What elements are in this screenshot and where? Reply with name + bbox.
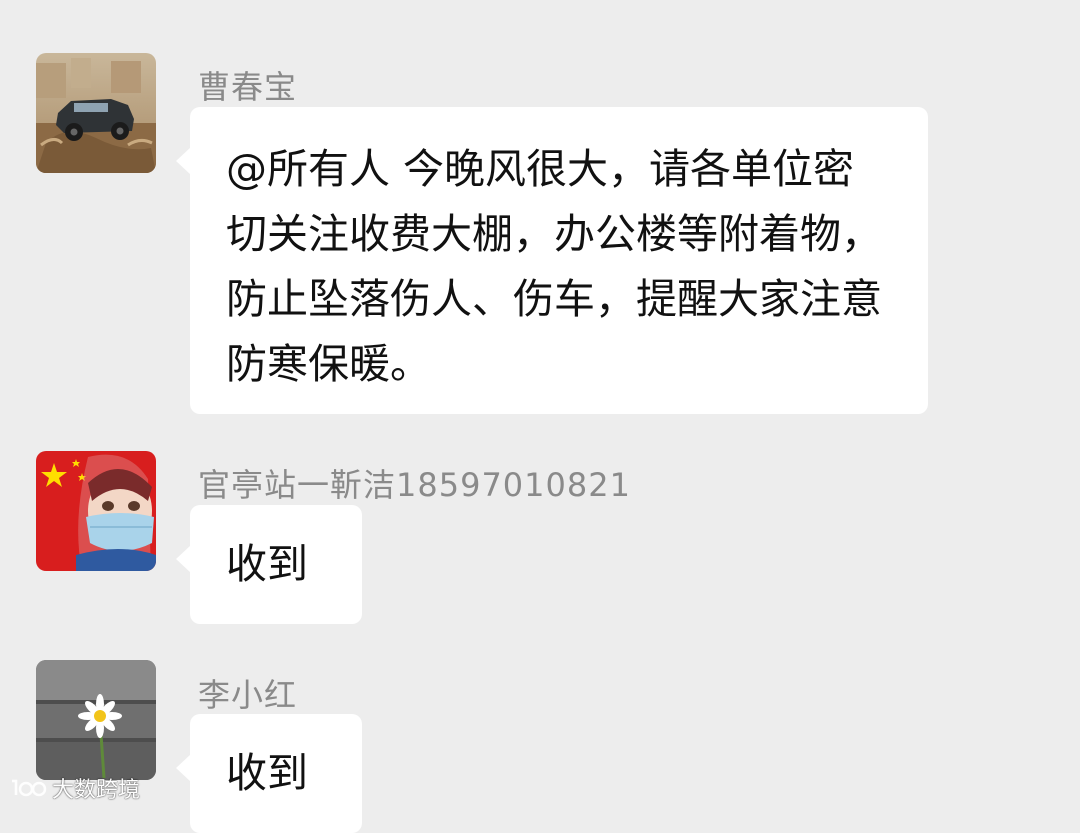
flag-masked-girl-avatar-icon [36,451,156,571]
sender-name: 官亭站一靳洁18597010821 [198,466,631,504]
daisy-flower-avatar-icon [36,660,156,780]
bubble-tail [176,754,191,782]
sender-name: 李小红 [198,676,298,714]
offroad-car-avatar-icon [36,53,156,173]
bubble-tail [176,545,191,573]
watermark-text: 大数跨境 [52,778,141,803]
chat-area: 曹春宝 @所有人 今晚风很大，请各单位密切关注收费大棚，办公楼等附着物，防止坠落… [0,0,1080,833]
sender-avatar[interactable] [36,660,156,780]
message-text: @所有人 今晚风很大，请各单位密切关注收费大棚，办公楼等附着物，防止坠落伤人、伤… [226,145,882,388]
bubble-tail [176,147,191,175]
message-bubble[interactable]: @所有人 今晚风很大，请各单位密切关注收费大棚，办公楼等附着物，防止坠落伤人、伤… [176,107,928,414]
message-text: 收到 [226,540,308,588]
watermark: 大数跨境 [8,772,140,804]
sender-avatar[interactable] [36,53,156,173]
watermark-logo-icon [12,779,47,797]
sender-avatar[interactable] [36,451,156,571]
message-text: 收到 [226,749,308,797]
message-bubble[interactable]: 收到 [176,714,362,833]
sender-name: 曹春宝 [198,68,298,106]
message-bubble[interactable]: 收到 [176,505,362,624]
